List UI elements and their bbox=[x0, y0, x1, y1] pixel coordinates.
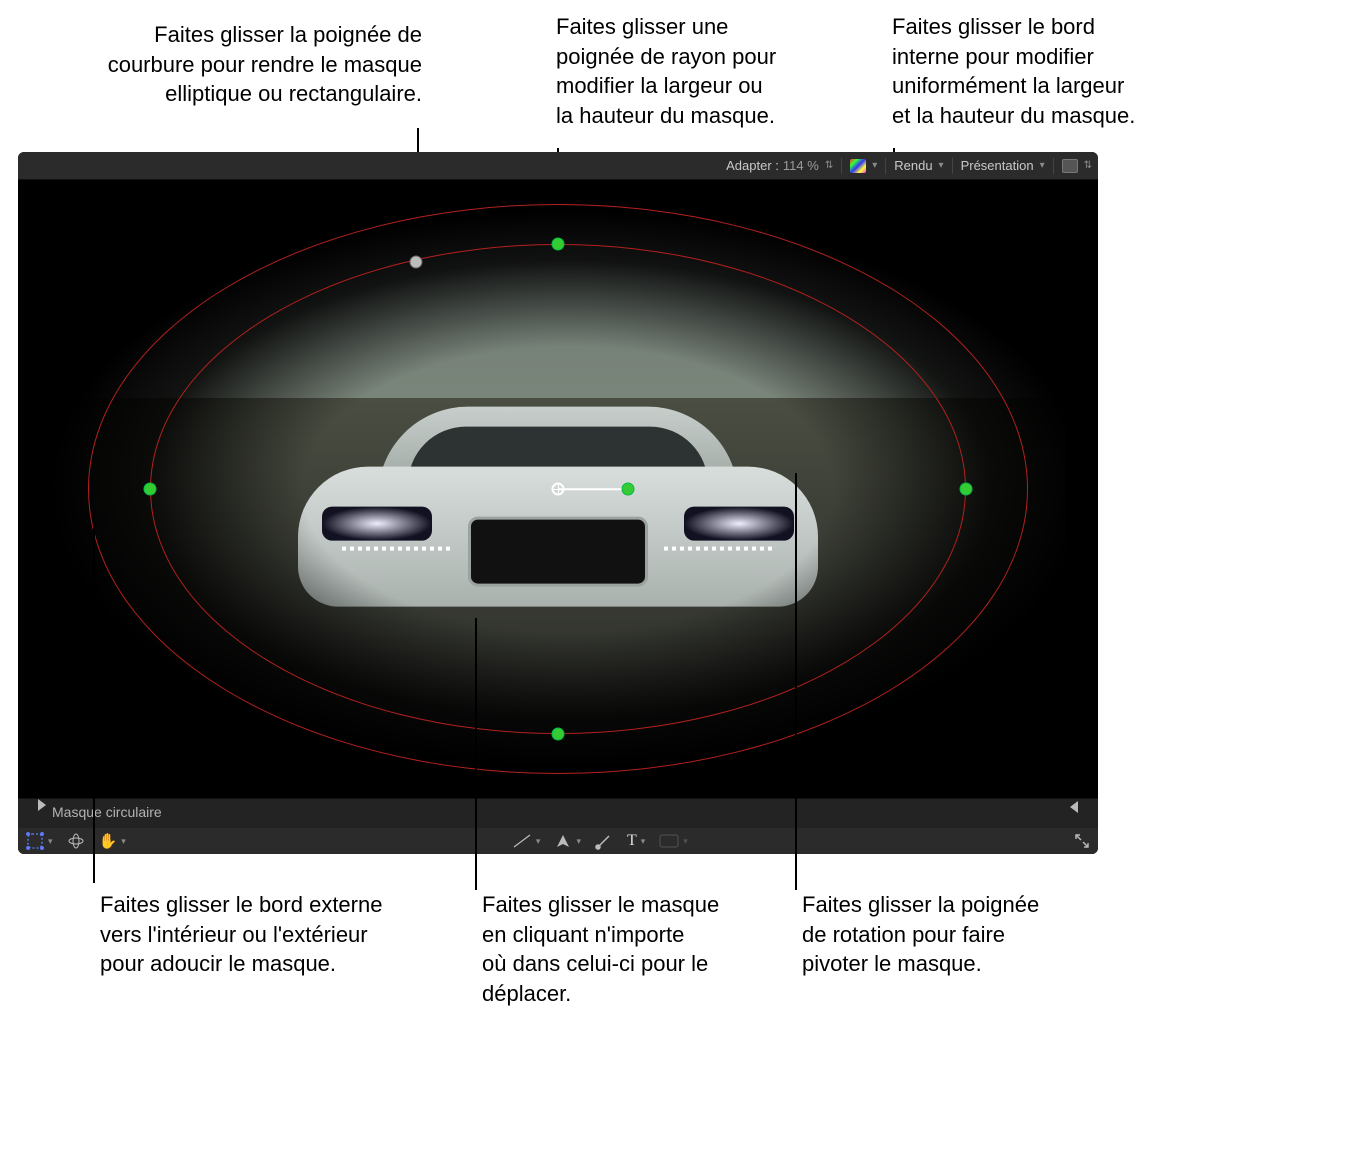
viewer-window: Adapter : 114 % ⇅ ▾ Rendu ▾ Présentation… bbox=[18, 152, 1098, 854]
hand-icon: ✋ bbox=[99, 832, 118, 850]
line-tool[interactable]: ▾ bbox=[512, 833, 541, 849]
fullscreen-toggle[interactable] bbox=[1074, 833, 1090, 849]
rotation-arm bbox=[558, 488, 628, 490]
hand-tool[interactable]: ✋ ▾ bbox=[99, 832, 126, 850]
callout-inner-edge: Faites glisser le bord interne pour modi… bbox=[892, 12, 1202, 131]
callout-rotation: Faites glisser la poignée de rotation po… bbox=[802, 890, 1092, 979]
radius-handle-top[interactable] bbox=[553, 239, 564, 250]
callout-outer-edge: Faites glisser le bord externe vers l'in… bbox=[100, 890, 440, 979]
render-label: Rendu bbox=[894, 158, 932, 173]
chevron-down-icon: ▾ bbox=[1040, 160, 1045, 171]
fit-label: Adapter : bbox=[726, 158, 779, 173]
chevron-down-icon: ▾ bbox=[939, 160, 944, 171]
color-wheel-icon bbox=[850, 159, 866, 173]
shape-mask-tool[interactable]: ▾ bbox=[26, 832, 53, 850]
callout-radius: Faites glisser une poignée de rayon pour… bbox=[556, 12, 846, 131]
canvas[interactable] bbox=[18, 180, 1098, 798]
rect-mask-tool[interactable]: ▾ bbox=[659, 834, 688, 848]
chevron-down-icon: ▾ bbox=[872, 160, 877, 171]
rotation-handle[interactable] bbox=[623, 484, 634, 495]
curvature-handle[interactable] bbox=[410, 257, 421, 268]
text-tool[interactable]: T ▾ bbox=[627, 832, 645, 850]
color-channel-control[interactable]: ▾ bbox=[850, 159, 877, 173]
layer-strip: Masque circulaire bbox=[18, 798, 1098, 828]
separator bbox=[952, 158, 953, 174]
chevron-down-icon: ▾ bbox=[683, 836, 688, 847]
pen-tool[interactable]: ▾ bbox=[554, 832, 581, 850]
leader-line bbox=[475, 618, 477, 890]
chevron-down-icon: ▾ bbox=[576, 836, 581, 847]
chevron-down-icon: ▾ bbox=[48, 836, 53, 847]
viewer-top-toolbar: Adapter : 114 % ⇅ ▾ Rendu ▾ Présentation… bbox=[18, 152, 1098, 180]
transform-3d-tool[interactable] bbox=[67, 832, 85, 850]
image-frame bbox=[50, 184, 1066, 794]
separator bbox=[841, 158, 842, 174]
leader-line bbox=[93, 523, 95, 883]
zoom-fit-control[interactable]: Adapter : 114 % ⇅ bbox=[726, 158, 833, 173]
in-point-marker[interactable] bbox=[38, 799, 46, 811]
render-menu[interactable]: Rendu ▾ bbox=[894, 158, 943, 173]
chevron-down-icon: ▾ bbox=[536, 836, 541, 847]
view-options-icon bbox=[1062, 159, 1078, 173]
separator bbox=[885, 158, 886, 174]
out-point-marker[interactable] bbox=[1070, 801, 1078, 813]
radius-handle-right[interactable] bbox=[961, 484, 972, 495]
viewer-bottom-toolbar: ▾ ✋ ▾ ▾ ▾ bbox=[18, 828, 1098, 854]
view-options-control[interactable]: ⇅ bbox=[1062, 159, 1092, 173]
radius-handle-left[interactable] bbox=[145, 484, 156, 495]
callout-curvature: Faites glisser la poignée de courbure po… bbox=[22, 20, 422, 109]
separator bbox=[1053, 158, 1054, 174]
brush-tool[interactable] bbox=[595, 832, 613, 850]
zoom-percentage: 114 % bbox=[783, 158, 819, 173]
radius-handle-bottom[interactable] bbox=[553, 729, 564, 740]
chevron-down-icon: ▾ bbox=[641, 836, 646, 847]
layer-name-label: Masque circulaire bbox=[52, 804, 162, 820]
presentation-label: Présentation bbox=[961, 158, 1034, 173]
text-tool-icon: T bbox=[627, 832, 637, 850]
callout-move-mask: Faites glisser le masque en cliquant n'i… bbox=[482, 890, 772, 1009]
presentation-menu[interactable]: Présentation ▾ bbox=[961, 158, 1045, 173]
chevron-updown-icon: ⇅ bbox=[1084, 160, 1092, 171]
leader-line bbox=[795, 473, 797, 890]
chevron-updown-icon: ⇅ bbox=[825, 160, 833, 171]
